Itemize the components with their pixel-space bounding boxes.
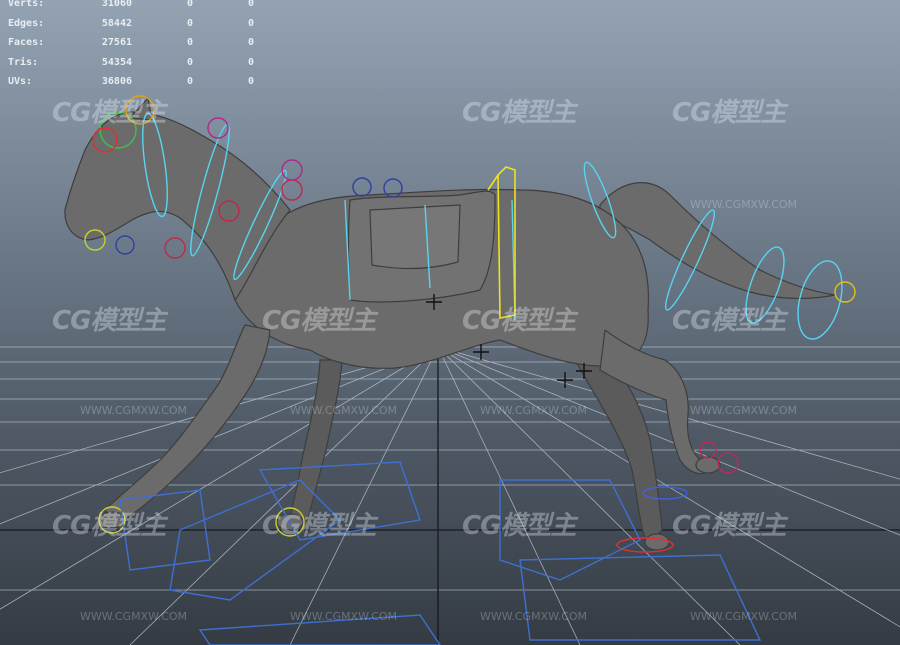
hud-label: Faces:: [8, 37, 45, 49]
hud-label: Verts:: [8, 0, 45, 9]
watermark-logo: CG模型主: [52, 98, 166, 128]
watermark-url: WWW.CGMXW.COM: [690, 404, 798, 417]
watermark-url: WWW.CGMXW.COM: [690, 198, 798, 211]
watermark-logo: CG模型主: [52, 306, 166, 336]
hud-selected: 0: [186, 0, 193, 9]
hud-value: 54354: [101, 56, 132, 68]
watermark-logo: CG模型主: [262, 306, 376, 336]
watermark-logo: CG模型主: [672, 98, 786, 128]
joint-ctrl: [352, 177, 372, 197]
watermark-url: WWW.CGMXW.COM: [690, 610, 798, 623]
watermark-logo: CG模型主: [262, 511, 376, 541]
poly-count-hud: Verts: 31060 0 0 Edges: 58442 0 0 Faces:…: [8, 0, 254, 92]
hud-selected: 0: [247, 0, 254, 9]
hud-label: Tris:: [8, 56, 39, 68]
watermark-url: WWW.CGMXW.COM: [80, 404, 188, 417]
watermark-logo: CG模型主: [462, 306, 576, 336]
tail-ctrl-curve: [797, 260, 843, 340]
joint-ctrl: [164, 237, 186, 259]
hud-selected: 0: [186, 17, 193, 29]
hud-label: Edges:: [8, 17, 45, 29]
watermark-logo: CG模型主: [672, 306, 786, 336]
hud-value: 36806: [101, 76, 132, 88]
watermark-logo: CG模型主: [52, 511, 166, 541]
joint-ctrl: [207, 117, 229, 139]
hud-value: 27561: [101, 37, 132, 49]
hud-selected: 0: [186, 76, 193, 88]
hud-selected: 0: [247, 17, 254, 29]
watermark-url: WWW.CGMXW.COM: [480, 404, 588, 417]
joint-ctrl: [115, 235, 135, 255]
foot-ground-shape: [519, 554, 762, 641]
watermark-url: WWW.CGMXW.COM: [290, 404, 398, 417]
tail-tip-ctrl: [834, 281, 856, 303]
watermark-logo: CG模型主: [462, 98, 576, 128]
watermark-logo: CG模型主: [672, 511, 786, 541]
joint-ctrl: [281, 179, 303, 201]
hud-row-edges: Edges: 58442 0 0: [8, 14, 254, 34]
hud-selected: 0: [186, 56, 193, 68]
axis-marker: [557, 372, 573, 388]
saddle-flap: [369, 204, 461, 270]
hud-row-faces: Faces: 27561 0 0: [8, 33, 254, 53]
foot-ctrl: [717, 452, 739, 474]
watermark-url: WWW.CGMXW.COM: [480, 610, 588, 623]
hud-row-uvs: UVs: 36806 0 0: [8, 72, 254, 92]
hoof: [644, 533, 670, 551]
hud-selected: 0: [247, 37, 254, 49]
watermark-url: WWW.CGMXW.COM: [290, 610, 398, 623]
hud-label: UVs:: [8, 76, 33, 88]
watermark-logo: CG模型主: [462, 511, 576, 541]
far-fore-leg: [289, 359, 343, 529]
hud-value: 58442: [101, 17, 132, 29]
hud-selected: 0: [186, 37, 193, 49]
hud-value: 31060: [101, 0, 132, 9]
hud-row-tris: Tris: 54354 0 0: [8, 53, 254, 73]
hud-selected: 0: [247, 56, 254, 68]
hoof: [695, 456, 721, 474]
hud-selected: 0: [247, 76, 254, 88]
watermark-url: WWW.CGMXW.COM: [80, 610, 188, 623]
hud-row-verts: Verts: 31060 0 0: [8, 0, 254, 14]
